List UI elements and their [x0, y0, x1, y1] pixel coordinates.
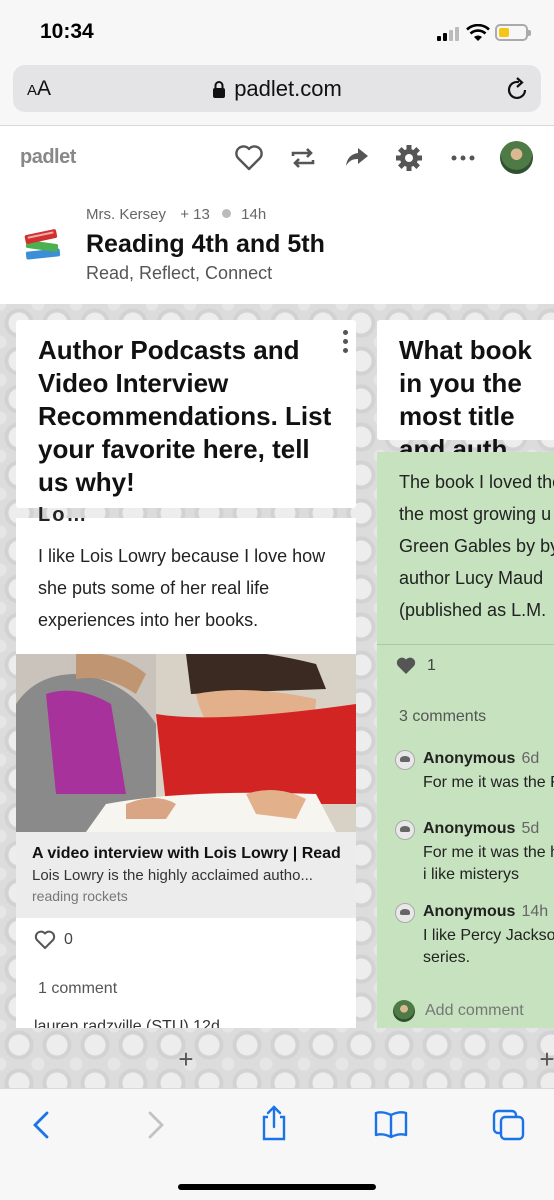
like-button[interactable]: 1 — [395, 656, 436, 676]
comment-author: Anonymous — [423, 820, 516, 837]
post-card[interactable]: Lo… I like Lois Lowry because I love how… — [16, 504, 356, 1028]
anonymous-avatar — [395, 903, 415, 923]
padlet-meta: Mrs. Kersey + 13 14h — [86, 206, 266, 223]
padlet-board: Author Podcasts and Video Interview Reco… — [0, 304, 554, 1088]
comment-text: For me it was the h — [423, 844, 554, 861]
heart-outline-icon — [34, 930, 56, 949]
follower-count: + 13 — [180, 206, 210, 223]
url-text: padlet.com — [234, 76, 342, 101]
padlet-logo[interactable]: padlet — [20, 146, 76, 169]
browser-address-area: AAAA padlet.com — [0, 62, 554, 126]
column-favorite-book: What book in you the most title and auth… — [377, 304, 554, 1028]
comment-time: 6d — [521, 750, 540, 767]
bookmarks-icon[interactable] — [373, 1109, 409, 1139]
heart-filled-icon — [396, 657, 416, 674]
cellular-signal-icon — [437, 27, 459, 41]
add-comment-placeholder: Add comment — [425, 1002, 524, 1019]
column-menu-icon[interactable] — [343, 330, 348, 353]
comment-text: I like Percy Jackso — [423, 927, 554, 944]
anonymous-avatar — [395, 750, 415, 770]
share-icon[interactable] — [344, 144, 370, 170]
comment-author: Anonymous — [423, 903, 516, 920]
heart-icon[interactable] — [234, 144, 264, 172]
add-comment-input[interactable]: Add comment — [393, 1000, 524, 1022]
column-title-text: What book in you the most title and auth — [399, 335, 532, 464]
forward-icon[interactable] — [145, 1109, 167, 1141]
browser-toolbar — [0, 1088, 554, 1200]
post-card[interactable]: The book I loved the the most growing u … — [377, 452, 554, 1028]
comment-text: For me it was the F — [423, 774, 554, 791]
column-title[interactable]: What book in you the most title and auth — [377, 320, 554, 464]
add-post-button[interactable]: + — [532, 1044, 554, 1075]
comment-time: 5d — [521, 820, 540, 837]
padlet-header: padlet Mrs. Kersey + 13 14h Reading 4th — [0, 126, 554, 304]
share-icon[interactable] — [259, 1105, 289, 1141]
column-title-text: Author Podcasts and Video Interview Reco… — [38, 335, 332, 497]
comment-text-line2: series. — [423, 949, 471, 966]
books-icon — [24, 229, 61, 260]
comment-author-partial: lauren radzville (STU) 12d — [34, 1018, 220, 1028]
post-image-reading[interactable] — [16, 654, 356, 832]
divider — [377, 644, 554, 645]
home-indicator[interactable] — [178, 1184, 376, 1190]
post-body: I like Lois Lowry because I love how she… — [38, 546, 326, 630]
address-bar[interactable]: AAAA padlet.com — [13, 65, 541, 112]
padlet-subtitle: Read, Reflect, Connect — [86, 263, 273, 283]
comment-time: 14h — [521, 903, 549, 920]
user-avatar[interactable] — [500, 141, 533, 174]
more-icon[interactable] — [451, 144, 475, 172]
status-bar: 10:34 — [0, 0, 554, 62]
user-avatar — [393, 1000, 415, 1022]
post-body: The book I loved the the most growing u … — [399, 472, 554, 620]
author-name[interactable]: Mrs. Kersey — [86, 206, 166, 223]
like-button[interactable]: 0 — [34, 930, 73, 950]
column-author-podcasts: Author Podcasts and Video Interview Reco… — [16, 304, 356, 1028]
url-display[interactable]: padlet.com — [13, 76, 541, 102]
status-time: 10:34 — [40, 20, 94, 43]
comment-count[interactable]: 3 comments — [399, 708, 486, 726]
anonymous-avatar — [395, 820, 415, 840]
wifi-icon — [466, 24, 490, 41]
padlet-title: Reading 4th and 5th — [86, 230, 325, 258]
link-title: A video interview with Lois Lowry | Read… — [32, 845, 340, 862]
comment-count[interactable]: 1 comment — [38, 980, 117, 998]
lock-icon — [213, 81, 226, 98]
settings-icon[interactable] — [395, 144, 423, 172]
comment-text-line2: i like misterys — [423, 866, 520, 883]
like-count: 0 — [64, 931, 73, 948]
link-preview[interactable]: A video interview with Lois Lowry | Read… — [16, 832, 356, 918]
post-title: Lo… — [38, 504, 89, 526]
link-source: reading rockets — [32, 888, 128, 904]
back-icon[interactable] — [30, 1109, 52, 1141]
like-count: 1 — [427, 657, 436, 674]
separator-dot — [221, 209, 231, 218]
tabs-icon[interactable] — [492, 1109, 526, 1141]
battery-icon — [495, 24, 531, 41]
add-post-button[interactable]: + — [171, 1044, 201, 1075]
remake-icon[interactable] — [289, 144, 317, 172]
link-description: Lois Lowry is the highly acclaimed autho… — [32, 867, 313, 884]
column-title[interactable]: Author Podcasts and Video Interview Reco… — [16, 320, 356, 508]
time-ago: 14h — [241, 206, 267, 223]
reload-icon[interactable] — [507, 77, 529, 101]
comment-author: Anonymous — [423, 750, 516, 767]
